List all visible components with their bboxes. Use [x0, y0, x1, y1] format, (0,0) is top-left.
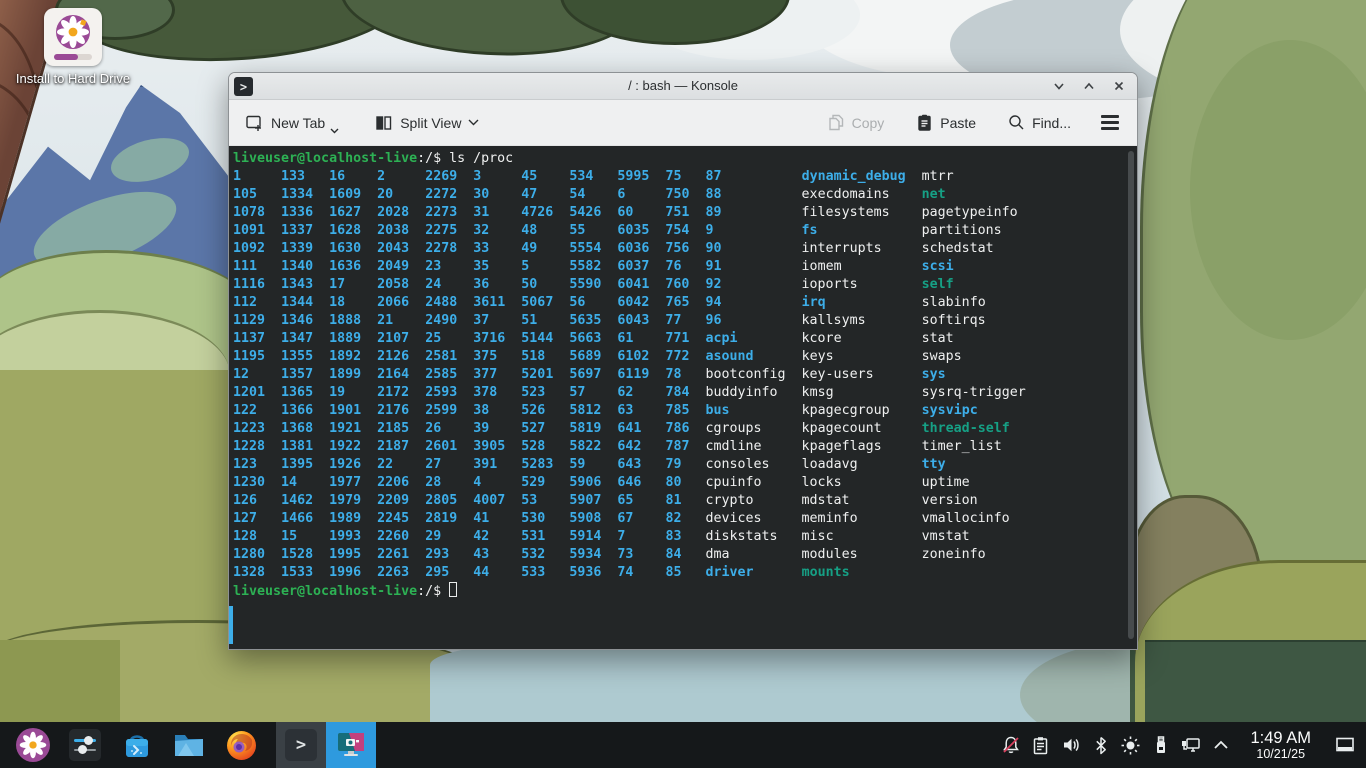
search-icon — [1008, 114, 1025, 131]
split-view-label: Split View — [400, 115, 461, 131]
hamburger-icon — [1101, 115, 1119, 117]
terminal-view[interactable]: liveuser@localhost-live:/$ ls /proc 1 13… — [229, 146, 1137, 649]
split-view-icon — [375, 114, 393, 132]
discover-launcher[interactable] — [114, 722, 160, 768]
new-tab-icon — [245, 113, 264, 132]
close-icon — [1113, 80, 1125, 92]
copy-icon — [828, 114, 845, 131]
digital-clock[interactable]: 1:49 AM 10/21/25 — [1250, 729, 1311, 762]
find-button[interactable]: Find... — [1004, 108, 1075, 137]
close-button[interactable] — [1109, 76, 1129, 96]
show-desktop-button[interactable] — [1328, 722, 1362, 768]
install-to-hard-drive-shortcut[interactable]: Install to Hard Drive — [14, 8, 132, 87]
clipboard-icon — [1031, 736, 1050, 755]
maximize-button[interactable] — [1079, 76, 1099, 96]
field — [0, 640, 120, 730]
application-launcher-button[interactable] — [10, 722, 56, 768]
konsole-task-button[interactable]: > — [276, 722, 326, 768]
expand-tray-button[interactable] — [1210, 735, 1231, 756]
dolphin-file-manager-launcher[interactable] — [166, 722, 212, 768]
volume-button[interactable] — [1060, 735, 1081, 756]
new-tab-button[interactable]: New Tab — [241, 107, 345, 138]
paste-button[interactable]: Paste — [912, 108, 980, 137]
chevron-up-icon — [1083, 80, 1095, 92]
toolbar: New Tab Split View Copy — [229, 100, 1137, 146]
bluetooth-button[interactable] — [1090, 735, 1111, 756]
wired-network-icon — [1180, 735, 1201, 755]
firefox-launcher[interactable] — [218, 722, 264, 768]
network-button[interactable] — [1180, 735, 1201, 756]
notifications-dnd-button[interactable] — [1000, 735, 1021, 756]
menu-button[interactable] — [1099, 111, 1121, 133]
terminal-activity-indicator — [229, 606, 233, 644]
taskbar: > — [0, 722, 1366, 768]
chevron-down-icon — [330, 128, 339, 134]
usb-stick-icon — [1152, 735, 1170, 755]
chevron-up-icon — [1213, 740, 1229, 750]
new-tab-label: New Tab — [271, 115, 325, 131]
split-view-button[interactable]: Split View — [371, 108, 483, 138]
paste-label: Paste — [940, 115, 976, 131]
chevron-down-icon — [1053, 80, 1065, 92]
settings-sliders-icon — [69, 729, 101, 761]
copy-label: Copy — [852, 115, 885, 131]
clipboard-button[interactable] — [1030, 735, 1051, 756]
terminal-cursor — [449, 582, 457, 597]
speaker-icon — [1061, 735, 1081, 755]
active-screen-capture-task-button[interactable] — [326, 722, 376, 768]
bell-muted-icon — [1001, 735, 1021, 755]
removable-device-button[interactable] — [1150, 735, 1171, 756]
brightness-button[interactable] — [1120, 735, 1141, 756]
chevron-down-icon — [468, 119, 479, 126]
konsole-icon: > — [285, 729, 317, 761]
terminal-scrollbar[interactable] — [1128, 151, 1134, 639]
fedora-launcher-icon — [16, 728, 50, 762]
screen-camera-icon — [335, 730, 367, 760]
anaconda-flower-icon — [54, 13, 92, 51]
copy-button[interactable]: Copy — [824, 108, 889, 137]
brightness-sun-icon — [1120, 735, 1141, 756]
konsole-window: > / : bash — Konsole New Ta — [228, 72, 1138, 650]
clock-time: 1:49 AM — [1250, 729, 1311, 747]
installer-progress-bar — [54, 54, 92, 60]
clock-date: 10/21/25 — [1250, 748, 1311, 762]
show-desktop-icon — [1335, 736, 1355, 754]
install-shortcut-label: Install to Hard Drive — [14, 71, 132, 87]
folder-icon — [172, 729, 206, 761]
installer-icon — [44, 8, 102, 66]
terminal-output: liveuser@localhost-live:/$ ls /proc 1 13… — [229, 146, 1137, 601]
firefox-icon — [225, 729, 258, 762]
desktop: 6x9=42 — [0, 0, 1366, 768]
titlebar[interactable]: > / : bash — Konsole — [229, 73, 1137, 100]
system-tray: 1:49 AM 10/21/25 — [1000, 722, 1366, 768]
bluetooth-icon — [1092, 736, 1110, 755]
paste-icon — [916, 114, 933, 131]
discover-bag-icon — [121, 729, 153, 761]
window-title: / : bash — Konsole — [229, 78, 1137, 93]
find-label: Find... — [1032, 115, 1071, 131]
system-settings-launcher[interactable] — [62, 722, 108, 768]
minimize-button[interactable] — [1049, 76, 1069, 96]
